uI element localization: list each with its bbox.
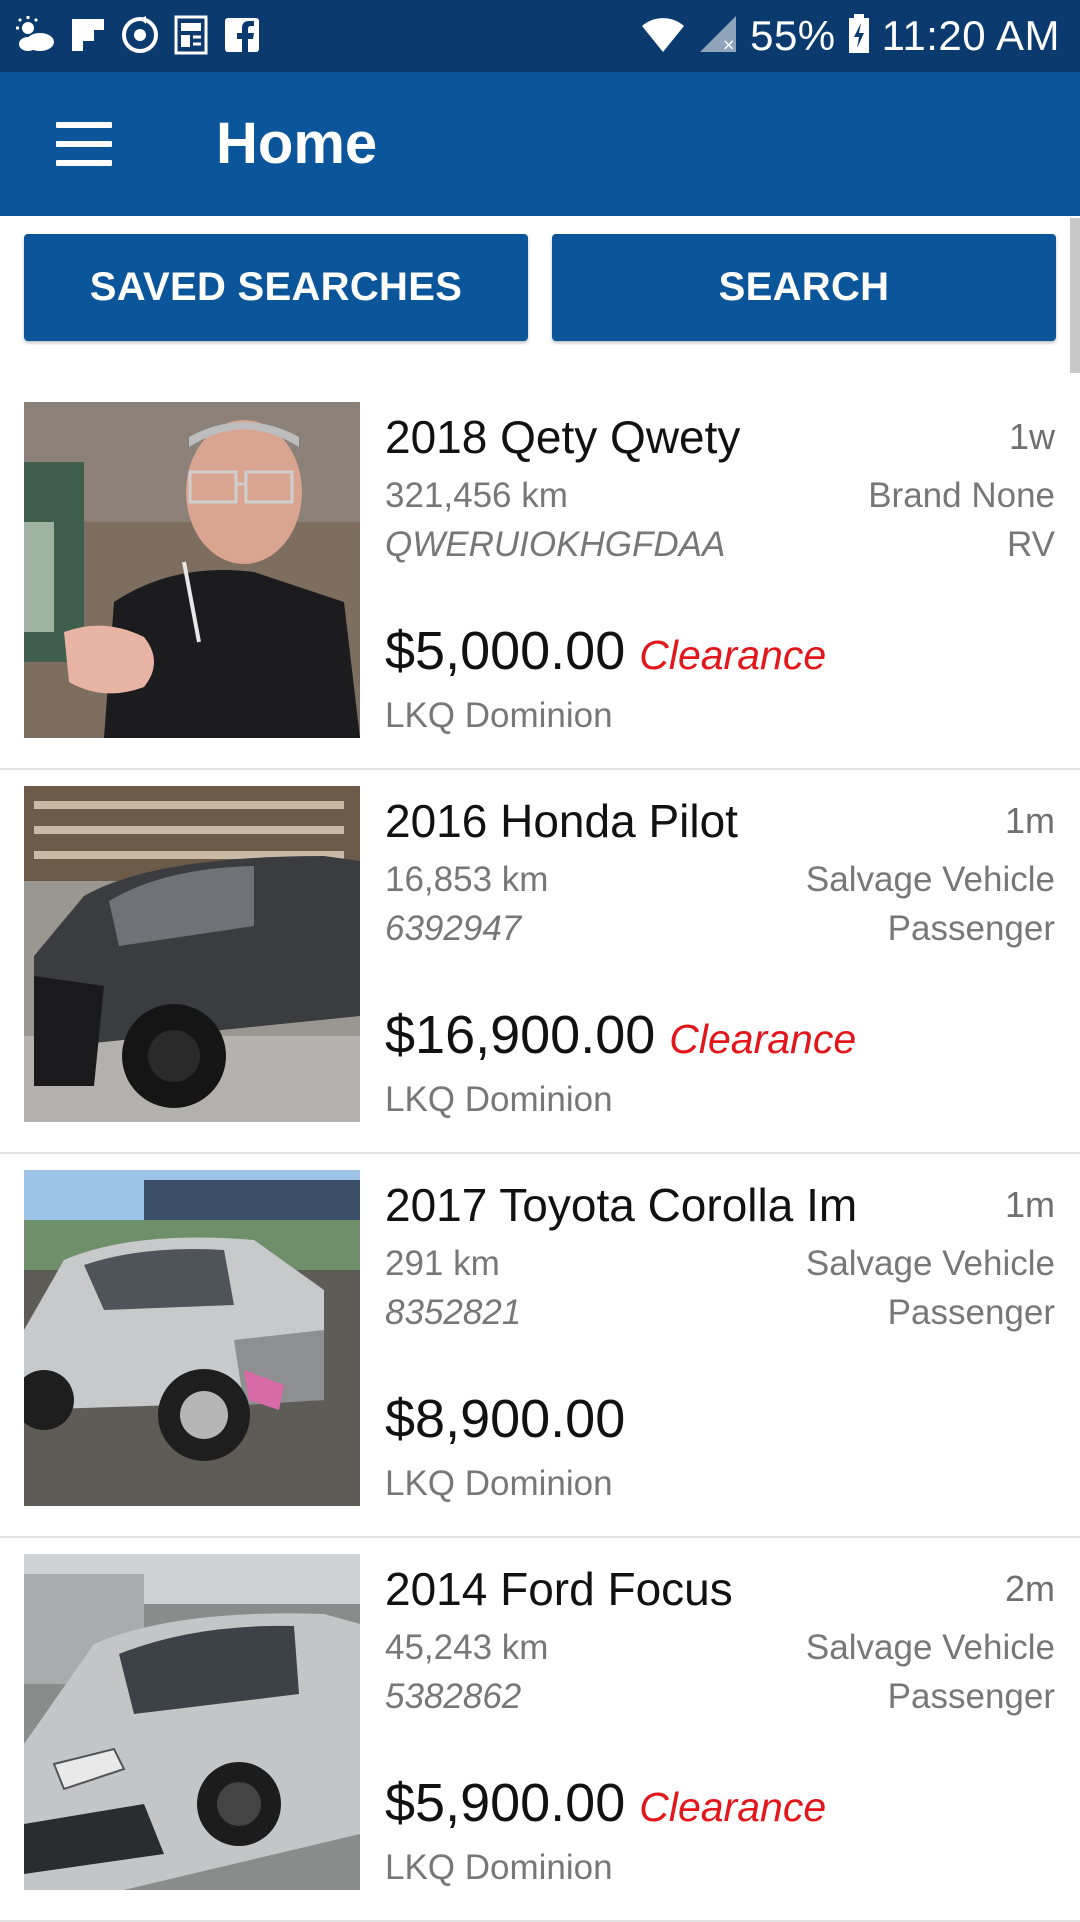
- listing-vehicle-class: Passenger: [887, 1293, 1055, 1332]
- listing-age: 1m: [1004, 1184, 1055, 1225]
- listing-item[interactable]: 2018 Qety Qwety 1w 321,456 km Brand None…: [0, 384, 1080, 770]
- battery-percent: 55%: [750, 12, 836, 59]
- signal-icon: ×: [698, 14, 738, 59]
- person-photo: [24, 402, 360, 738]
- listing-odometer: 16,853 km: [385, 860, 549, 899]
- listing-stock-number: 8352821: [385, 1293, 522, 1332]
- listing-condition: Salvage Vehicle: [805, 1628, 1055, 1667]
- listing-price: $5,000.00: [385, 621, 626, 681]
- flipboard-icon: [70, 17, 106, 53]
- listing-price-row: $16,900.00 Clearance: [385, 1004, 856, 1066]
- sync-icon: [120, 15, 160, 55]
- saved-searches-button[interactable]: SAVED SEARCHES: [24, 234, 528, 341]
- listing-stock-number: QWERUIOKHGFDAA: [385, 525, 726, 564]
- silver-hatchback-photo: [24, 1170, 360, 1506]
- listing-condition: Salvage Vehicle: [805, 860, 1055, 899]
- clock: 11:20 AM: [881, 12, 1060, 59]
- clearance-badge: Clearance: [639, 1784, 827, 1830]
- clearance-badge: Clearance: [669, 1016, 857, 1062]
- page-title: Home: [216, 111, 378, 176]
- listing-price-row: $5,000.00 Clearance: [385, 620, 826, 682]
- hamburger-menu-icon[interactable]: [48, 118, 118, 170]
- listing-title: 2018 Qety Qwety: [385, 411, 741, 463]
- listing-title: 2014 Ford Focus: [385, 1563, 733, 1615]
- listing-condition: Brand None: [868, 476, 1055, 515]
- search-button[interactable]: SEARCH: [552, 234, 1056, 341]
- listing-odometer: 321,456 km: [385, 476, 568, 515]
- listing-title: 2016 Honda Pilot: [385, 795, 738, 847]
- listing-item[interactable]: 2014 Ford Focus 2m 45,243 km Salvage Veh…: [0, 1536, 1080, 1922]
- facebook-icon: [224, 17, 260, 53]
- listing-vehicle-class: Passenger: [887, 1677, 1055, 1716]
- listing-stock-number: 5382862: [385, 1677, 522, 1716]
- listing-age: 1w: [1008, 416, 1055, 457]
- listing-price: $16,900.00: [385, 1005, 656, 1065]
- listing-location: LKQ Dominion: [385, 1464, 613, 1503]
- listing-vehicle-class: Passenger: [887, 909, 1055, 948]
- news-icon: [174, 15, 210, 55]
- listing-odometer: 45,243 km: [385, 1628, 549, 1667]
- listing-location: LKQ Dominion: [385, 1848, 613, 1887]
- listing-price: $5,900.00: [385, 1773, 626, 1833]
- listing-location: LKQ Dominion: [385, 696, 613, 735]
- listing-item[interactable]: 2016 Honda Pilot 1m 16,853 km Salvage Ve…: [0, 768, 1080, 1154]
- listing-vehicle-class: RV: [1007, 525, 1055, 564]
- listing-location: LKQ Dominion: [385, 1080, 613, 1119]
- status-bar: × 55% 11:20 AM: [0, 0, 1080, 72]
- dark-suv-photo: [24, 786, 360, 1122]
- listing-item[interactable]: 2017 Toyota Corolla Im 1m 291 km Salvage…: [0, 1152, 1080, 1538]
- listing-title: 2017 Toyota Corolla Im: [385, 1179, 858, 1231]
- battery-icon: [848, 13, 870, 59]
- listing-price-row: $5,900.00 Clearance: [385, 1772, 826, 1834]
- listing-price: $8,900.00: [385, 1389, 626, 1449]
- listing-condition: Salvage Vehicle: [805, 1244, 1055, 1283]
- weather-icon: [14, 14, 56, 56]
- notification-icons: [14, 14, 260, 56]
- listing-odometer: 291 km: [385, 1244, 500, 1283]
- listing-age: 2m: [1004, 1568, 1055, 1609]
- wifi-icon: [640, 14, 686, 59]
- clearance-badge: Clearance: [639, 632, 827, 678]
- silver-sedan-photo: [24, 1554, 360, 1890]
- listing-price-row: $8,900.00: [385, 1388, 639, 1450]
- listing-stock-number: 6392947: [385, 909, 522, 948]
- system-status: × 55% 11:20 AM: [640, 8, 1060, 64]
- scrollbar[interactable]: [1070, 218, 1080, 373]
- listing-age: 1m: [1004, 800, 1055, 841]
- app-bar: Home: [0, 72, 1080, 216]
- svg-text:×: ×: [722, 35, 735, 54]
